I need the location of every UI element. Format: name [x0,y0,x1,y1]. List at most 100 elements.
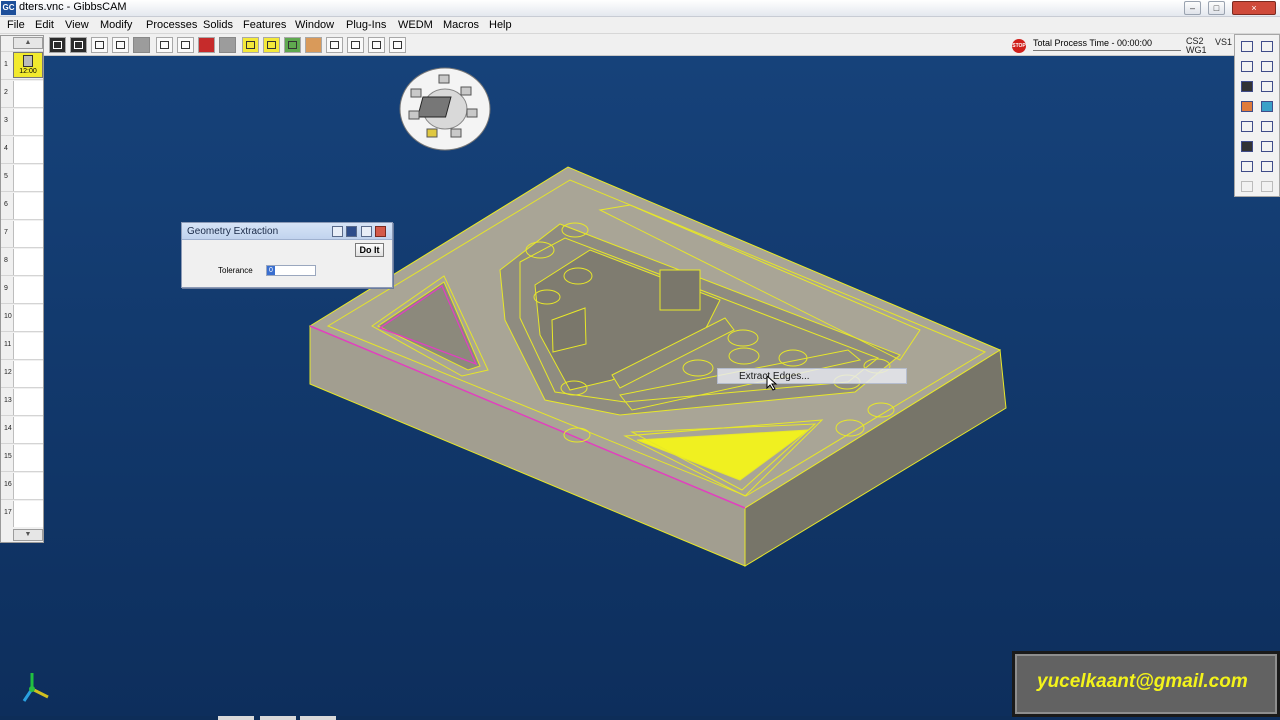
minimize-button[interactable]: – [1184,1,1201,15]
rectangle-tool-icon[interactable] [177,37,194,53]
blank-tool-icon[interactable] [1239,179,1255,194]
row-number: 15 [4,453,12,460]
menu-features[interactable]: Features [243,19,286,31]
row-number: 8 [4,257,8,264]
help-pointer-icon[interactable] [389,37,406,53]
dialog-close-icon[interactable] [375,226,386,237]
list-item[interactable]: 4 [1,135,43,163]
list-item[interactable]: 14 [1,415,43,443]
mouse-cursor-icon [766,375,778,391]
list-item[interactable]: 7 [1,219,43,247]
list-item[interactable]: 2 [1,79,43,107]
menu-help[interactable]: Help [489,19,512,31]
menu-solids[interactable]: Solids [203,19,233,31]
row-number: 3 [4,117,8,124]
scroll-down-button[interactable]: ▼ [13,529,43,541]
menu-modify[interactable]: Modify [100,19,132,31]
menu-window[interactable]: Window [295,19,334,31]
menu-file[interactable]: File [7,19,25,31]
list-item[interactable]: 8 [1,247,43,275]
flag-icon[interactable] [1259,159,1275,174]
bottom-strip [0,716,1012,720]
dialog-save-icon[interactable] [346,226,357,237]
menu-edit[interactable]: Edit [35,19,54,31]
dialog-copy-icon[interactable] [332,226,343,237]
do-it-button[interactable]: Do It [355,243,384,257]
row-number: 10 [4,313,12,320]
select-face-icon[interactable] [263,37,280,53]
main-toolbar: STOP Total Process Time - 00:00:00 CS2 W… [0,34,1234,56]
list-item[interactable]: 3 [1,107,43,135]
menu-wedm[interactable]: WEDM [398,19,433,31]
layer-tool-icon[interactable] [368,37,385,53]
operation-list-panel: ▲ 12:00 1 2 3 4 5 6 7 8 9 10 11 12 13 14… [0,35,44,543]
arrow-angle-icon[interactable] [1259,79,1275,94]
list-item[interactable]: 6 [1,191,43,219]
list-item[interactable]: 15 [1,443,43,471]
maximize-button[interactable]: □ [1208,1,1225,15]
dialog-title-bar[interactable]: Geometry Extraction [182,223,392,240]
select-body-icon[interactable] [305,37,322,53]
view-box-icon[interactable] [49,37,66,53]
view-eye-icon[interactable] [1239,119,1255,134]
list-item[interactable]: 10 [1,303,43,331]
row-number: 17 [4,509,12,516]
list-item[interactable]: 5 [1,163,43,191]
sketch-tool-icon[interactable] [1259,59,1275,74]
list-item[interactable]: 13 [1,387,43,415]
select-edge-icon[interactable] [284,37,301,53]
watermark-box: yucelkaant@gmail.com [1012,651,1280,717]
watermark-email: yucelkaant@gmail.com [1037,671,1248,692]
move-tool-icon[interactable] [347,37,364,53]
copy-tool-icon[interactable] [1259,179,1275,194]
bottom-tab[interactable] [300,716,336,720]
plane-icon[interactable] [1259,99,1275,114]
list-item[interactable]: 11 [1,331,43,359]
list-item[interactable]: 16 [1,471,43,499]
select-solid-icon[interactable] [242,37,259,53]
wireframe-icon[interactable] [112,37,129,53]
menu-view[interactable]: View [65,19,89,31]
color-tool-icon[interactable] [198,37,215,53]
stock-icon[interactable] [1239,99,1255,114]
axis-tool-icon[interactable] [1259,39,1275,54]
arrow-tool-icon[interactable] [326,37,343,53]
shading-icon[interactable] [91,37,108,53]
list-item[interactable]: 17 [1,499,43,527]
transform-icon[interactable] [1239,159,1255,174]
menu-bar: File Edit View Modify Processes Solids F… [0,17,1280,34]
fill-tool-icon[interactable] [219,37,236,53]
part-viewport[interactable] [0,0,1280,720]
point-tool-icon[interactable] [156,37,173,53]
menu-macros[interactable]: Macros [443,19,479,31]
list-item[interactable]: 1 [1,51,43,79]
bottom-tab[interactable] [218,716,254,720]
dialog-minimize-icon[interactable] [361,226,372,237]
stop-icon[interactable]: STOP [1012,39,1026,53]
view-set-label: VS1 [1215,37,1233,47]
scroll-up-button[interactable]: ▲ [13,37,43,49]
menu-plug-ins[interactable]: Plug-Ins [346,19,386,31]
solid-shade-icon[interactable] [133,37,150,53]
radial-view-menu[interactable] [399,67,491,151]
text-tool-icon[interactable] [70,37,87,53]
solid-box-icon[interactable] [1259,119,1275,134]
list-item[interactable]: 12 [1,359,43,387]
bottom-tab[interactable] [260,716,296,720]
toolpath-icon[interactable] [1239,139,1255,154]
render-icon[interactable] [1259,139,1275,154]
total-process-time: Total Process Time - 00:00:00 [1033,38,1153,48]
menu-processes[interactable]: Processes [146,19,197,31]
process-time-underline [1033,50,1181,51]
row-number: 13 [4,397,12,404]
tool-palette [1234,34,1280,197]
new-document-icon[interactable] [1239,39,1255,54]
tolerance-input[interactable]: 0 [266,265,316,276]
list-item[interactable]: 9 [1,275,43,303]
coordinate-system-indicator: CS2 WG1 [1186,37,1207,55]
close-button[interactable]: × [1232,1,1276,15]
app-icon: GC [1,1,16,15]
tool-creation-icon[interactable] [1239,79,1255,94]
geometry-tool-icon[interactable] [1239,59,1255,74]
row-number: 7 [4,229,8,236]
